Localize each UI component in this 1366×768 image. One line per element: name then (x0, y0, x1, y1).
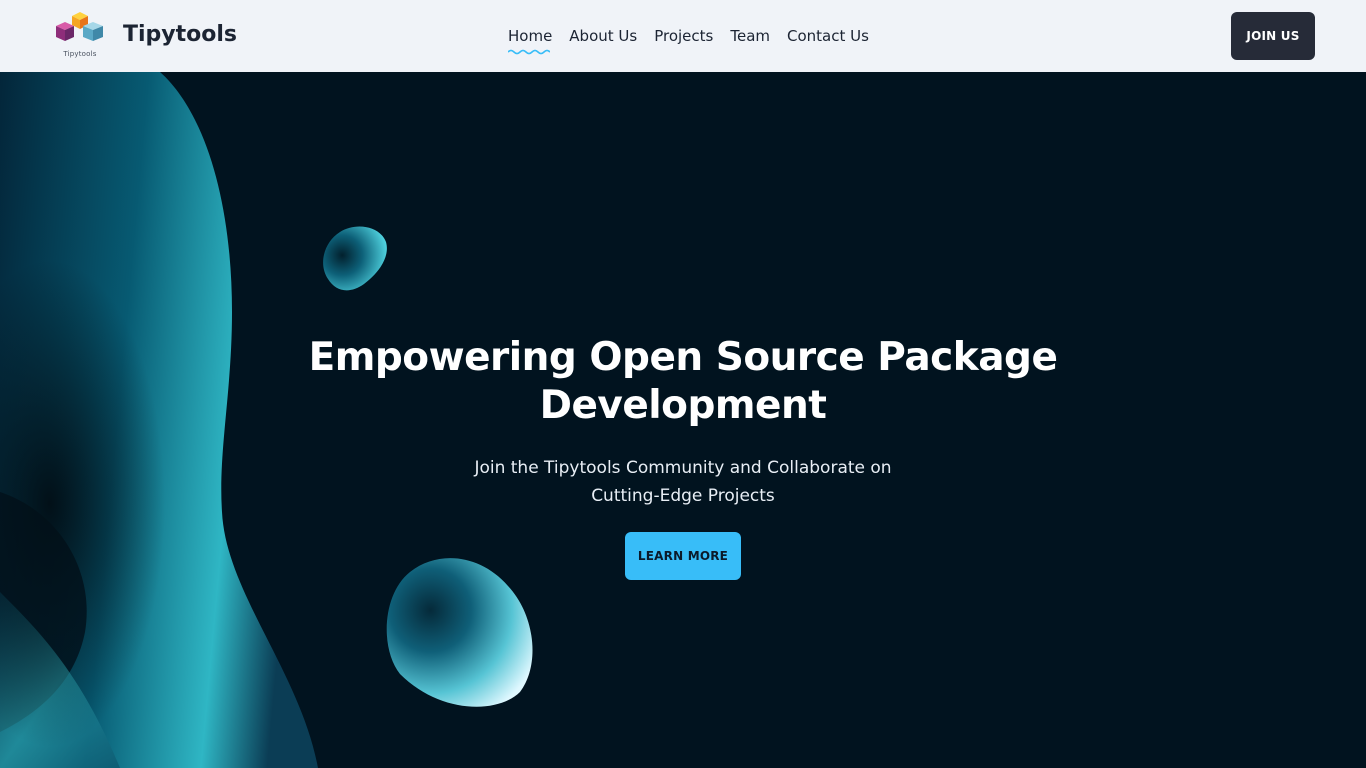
hero-section: Empowering Open Source Package Developme… (0, 72, 1366, 768)
hero-title-line-2: Development (539, 383, 827, 428)
decorative-blob-left (0, 72, 330, 768)
nav-projects[interactable]: Projects (654, 27, 713, 45)
hero-subtitle-line-1: Join the Tipytools Community and Collabo… (474, 458, 892, 478)
brand-name[interactable]: Tipytools (123, 22, 237, 47)
nav-home[interactable]: Home (508, 27, 552, 45)
nav-contact-us[interactable]: Contact Us (787, 27, 869, 45)
nav-about-us[interactable]: About Us (569, 27, 637, 45)
site-header: Tipytools Tipytools Home About Us Projec… (0, 0, 1366, 72)
hero-subtitle: Join the Tipytools Community and Collabo… (433, 454, 933, 510)
hero-subtitle-line-2: Cutting-Edge Projects (591, 486, 775, 506)
logo-caption: Tipytools (63, 50, 97, 58)
decorative-blob-large (386, 558, 533, 707)
wavy-underline-icon (508, 49, 550, 55)
join-us-button[interactable]: JOIN US (1231, 12, 1315, 60)
main-nav: Home About Us Projects Team Contact Us (508, 27, 886, 55)
hero-title-line-1: Empowering Open Source Package (308, 335, 1058, 380)
stacked-cubes-icon (56, 12, 103, 41)
logo[interactable]: Tipytools (52, 10, 108, 62)
hero-title: Empowering Open Source Package Developme… (283, 334, 1083, 430)
nav-team[interactable]: Team (730, 27, 770, 45)
learn-more-button[interactable]: LEARN MORE (625, 532, 741, 580)
decorative-blob-small (323, 226, 387, 291)
